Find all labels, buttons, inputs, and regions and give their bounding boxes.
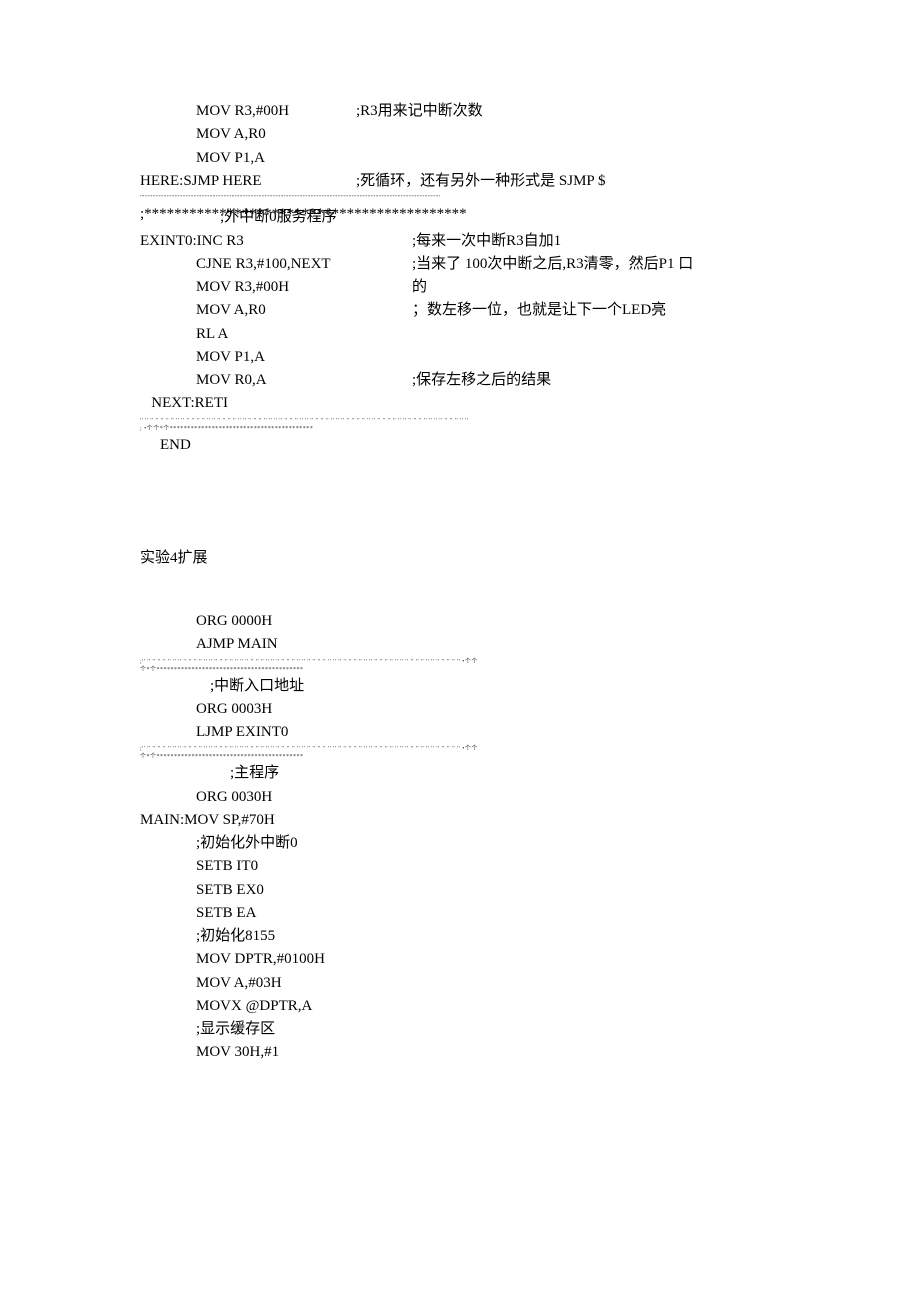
code-text: MOV 30H,#1 <box>196 1041 279 1064</box>
code-line: EXINT0:INC R3 ;每来一次中断R3自加1 <box>140 230 780 253</box>
header-text: ;主程序 <box>230 762 279 785</box>
code-text: MOV R3,#00H <box>196 276 412 299</box>
code-line: RL A <box>140 323 780 346</box>
code-line: ;初始化外中断0 <box>140 832 780 855</box>
code-line: MOV R3,#00H ;R3用来记中断次数 <box>140 100 780 123</box>
separator-line: 个*个*************************************… <box>140 667 780 673</box>
separator-line: ; •个个*个*********************************… <box>140 426 780 432</box>
code-line: SETB EX0 <box>140 879 780 902</box>
code-line: HERE:SJMP HERE ;死循环，还有另外一种形式是 SJMP $ <box>140 170 780 193</box>
code-text: MOVX @DPTR,A <box>196 995 312 1018</box>
code-line: ;初始化8155 <box>140 925 780 948</box>
code-text: RL A <box>196 323 412 346</box>
code-text: LJMP EXINT0 <box>196 721 288 744</box>
code-line: SETB EA <box>140 902 780 925</box>
separator-line: ''''''''''''''''''''''''''''''''''''''''… <box>140 195 780 201</box>
gap <box>140 570 780 610</box>
code-comment: ;死循环，还有另外一种形式是 SJMP $ <box>356 170 605 193</box>
code-line: SETB IT0 <box>140 855 780 878</box>
code-line: LJMP EXINT0 <box>140 721 780 744</box>
code-text: HERE:SJMP HERE <box>140 170 356 193</box>
separator-line: '' '' '' '' '' '' '' '' '' '' '' '' '' '… <box>140 418 780 424</box>
code-line: MOV A,#03H <box>140 972 780 995</box>
header-text: ;外中断0服务程序 <box>150 209 337 225</box>
code-line: MOV R0,A ;保存左移之后的结果 <box>140 369 780 392</box>
code-text: ORG 0030H <box>196 786 272 809</box>
section-header: ;中断入口地址 <box>140 675 780 698</box>
code-line: NEXT:RETI <box>140 392 780 415</box>
code-line: MAIN:MOV SP,#70H <box>140 809 780 832</box>
separator-line: ;'' '' '' '' '' '' '' '' '' '' '' '' '' … <box>140 659 780 665</box>
code-text: ;初始化外中断0 <box>196 832 298 855</box>
code-text: MOV P1,A <box>196 346 412 369</box>
code-text: AJMP MAIN <box>196 633 278 656</box>
code-text: END <box>160 434 191 457</box>
document-page: MOV R3,#00H ;R3用来记中断次数 MOV A,R0 MOV P1,A… <box>0 0 920 1302</box>
code-text: CJNE R3,#100,NEXT <box>196 253 412 276</box>
code-text: MAIN:MOV SP,#70H <box>140 809 275 832</box>
code-text: MOV A,#03H <box>196 972 282 995</box>
code-line: CJNE R3,#100,NEXT ;当来了 100次中断之后,R3清零，然后P… <box>140 253 780 276</box>
code-text: SETB EA <box>196 902 256 925</box>
code-text: MOV R3,#00H <box>196 100 356 123</box>
code-line: MOV 30H,#1 <box>140 1041 780 1064</box>
separator-line: 个*个*************************************… <box>140 754 780 760</box>
code-text: MOV A,R0 <box>196 123 356 146</box>
code-line: AJMP MAIN <box>140 633 780 656</box>
code-text: ORG 0003H <box>196 698 272 721</box>
code-line: MOV P1,A <box>140 346 780 369</box>
code-text: ;显示缓存区 <box>196 1018 275 1041</box>
code-text: ORG 0000H <box>196 610 272 633</box>
header-text: ;中断入口地址 <box>210 675 304 698</box>
code-text: SETB EX0 <box>196 879 264 902</box>
code-line: MOV R3,#00H 的 <box>140 276 780 299</box>
code-line: MOV DPTR,#0100H <box>140 948 780 971</box>
code-line: MOV P1,A <box>140 147 780 170</box>
code-line: ORG 0003H <box>140 698 780 721</box>
code-text: NEXT:RETI <box>140 392 228 415</box>
code-comment: ;保存左移之后的结果 <box>412 369 551 392</box>
code-line: MOV A,R0 <box>140 123 780 146</box>
code-line: MOV A,R0 ；数左移一位，也就是让下一个LED亮 <box>140 299 780 322</box>
code-comment: ;每来一次中断R3自加1 <box>412 230 561 253</box>
section-gap <box>140 457 780 547</box>
code-comment: ;R3用来记中断次数 <box>356 100 483 123</box>
code-line: ORG 0000H <box>140 610 780 633</box>
code-text: MOV A,R0 <box>196 299 412 322</box>
code-line: ORG 0030H <box>140 786 780 809</box>
code-line: MOVX @DPTR,A <box>140 995 780 1018</box>
code-comment: 的 <box>412 276 427 299</box>
code-text: SETB IT0 <box>196 855 258 878</box>
code-text: ;初始化8155 <box>196 925 275 948</box>
separator-line: ;'' '' '' '' '' '' '' '' '' '' '' '' '' … <box>140 746 780 752</box>
code-comment: ；数左移一位，也就是让下一个LED亮 <box>412 299 666 322</box>
code-comment: ;当来了 100次中断之后,R3清零，然后P1 口 <box>412 253 693 276</box>
code-line: ;显示缓存区 <box>140 1018 780 1041</box>
section-title: 实验4扩展 <box>140 547 780 570</box>
code-text: MOV R0,A <box>196 369 412 392</box>
code-text: MOV DPTR,#0100H <box>196 948 325 971</box>
code-text: EXINT0:INC R3 <box>140 230 412 253</box>
code-text: MOV P1,A <box>196 147 356 170</box>
code-line: END <box>140 434 780 457</box>
section-header: ;主程序 <box>140 762 780 785</box>
code-block-1: MOV R3,#00H ;R3用来记中断次数 MOV A,R0 MOV P1,A… <box>140 100 780 457</box>
code-block-2: 实验4扩展 ORG 0000H AJMP MAIN ;'' '' '' '' '… <box>140 547 780 1065</box>
